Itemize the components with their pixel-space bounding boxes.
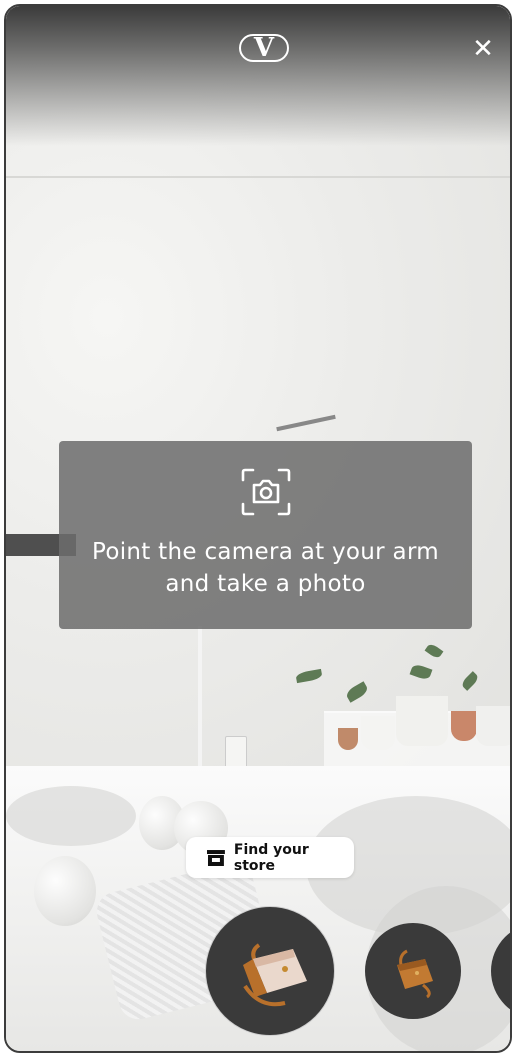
ceiling-line <box>6 176 510 178</box>
find-store-button[interactable]: Find your store <box>186 837 354 878</box>
lamp-pole <box>198 626 202 786</box>
decor-egg <box>34 856 96 926</box>
hint-line-1: Point the camera at your arm <box>91 539 440 565</box>
close-button[interactable]: ✕ <box>470 36 496 62</box>
handbag-icon <box>243 943 307 1007</box>
brand-logo: V <box>239 34 289 62</box>
product-thumb-1[interactable] <box>205 906 335 1036</box>
plant-pot <box>451 711 477 741</box>
plant-pot <box>476 706 510 746</box>
sheet-fold <box>6 786 136 846</box>
find-store-label: Find your store <box>233 841 309 874</box>
hint-message: Point the camera at your arm and take a … <box>59 536 472 600</box>
close-icon: ✕ <box>472 34 494 64</box>
hint-line-2: and take a photo <box>165 571 366 597</box>
camera-view: V ✕ Point the camera at your arm and tak… <box>4 4 512 1053</box>
top-gradient <box>6 6 510 146</box>
camera-hint-card: Point the camera at your arm and take a … <box>59 441 472 629</box>
plant-pot <box>361 716 395 750</box>
store-icon <box>206 849 225 866</box>
plant-pot <box>338 728 358 750</box>
product-thumb-2[interactable] <box>365 923 461 1019</box>
handbag-icon <box>397 949 433 999</box>
camera-focus-icon <box>241 468 291 516</box>
plant-pot <box>396 696 448 746</box>
